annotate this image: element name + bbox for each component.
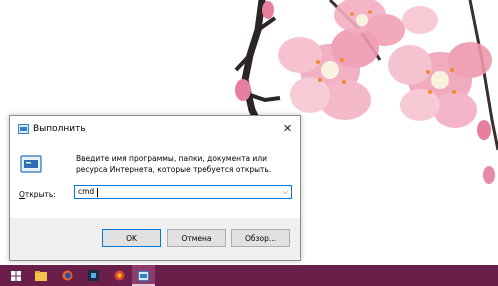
browse-button[interactable]: Обзор...: [231, 229, 290, 247]
taskbar-app[interactable]: [82, 265, 105, 286]
run-app-icon: [18, 124, 29, 134]
chevron-down-icon[interactable]: ⌵: [283, 186, 288, 199]
chrome-icon: [114, 270, 125, 281]
dialog-body: Введите имя программы, папки, документа …: [10, 143, 300, 223]
firefox-icon: [62, 270, 73, 281]
taskbar: [0, 265, 498, 286]
folder-icon: [34, 270, 47, 281]
taskbar-file-explorer[interactable]: [29, 265, 52, 286]
taskbar-firefox[interactable]: [56, 265, 79, 286]
dialog-footer: OK Отмена Обзор...: [10, 218, 300, 260]
run-icon: [138, 270, 149, 281]
close-button[interactable]: ✕: [275, 116, 300, 140]
app-icon: [88, 270, 99, 281]
dialog-title: Выполнить: [33, 124, 86, 134]
command-input[interactable]: cmd ⌵: [74, 185, 292, 199]
taskbar-run[interactable]: [132, 265, 155, 286]
run-dialog: Выполнить ✕ Введите имя программы, папки…: [9, 115, 301, 261]
dialog-description: Введите имя программы, папки, документа …: [76, 154, 272, 174]
taskbar-chrome[interactable]: [108, 265, 131, 286]
text-caret: [97, 188, 98, 197]
title-bar[interactable]: Выполнить ✕: [10, 116, 300, 143]
close-icon: ✕: [282, 121, 293, 135]
start-button[interactable]: [4, 265, 27, 286]
command-input-value: cmd: [78, 187, 95, 196]
open-label: Открыть:: [19, 190, 56, 199]
cancel-button[interactable]: Отмена: [167, 229, 226, 247]
run-icon: [20, 155, 42, 173]
ok-button[interactable]: OK: [102, 229, 161, 247]
open-label-text: ткрыть:: [24, 190, 56, 199]
windows-icon: [10, 270, 21, 281]
